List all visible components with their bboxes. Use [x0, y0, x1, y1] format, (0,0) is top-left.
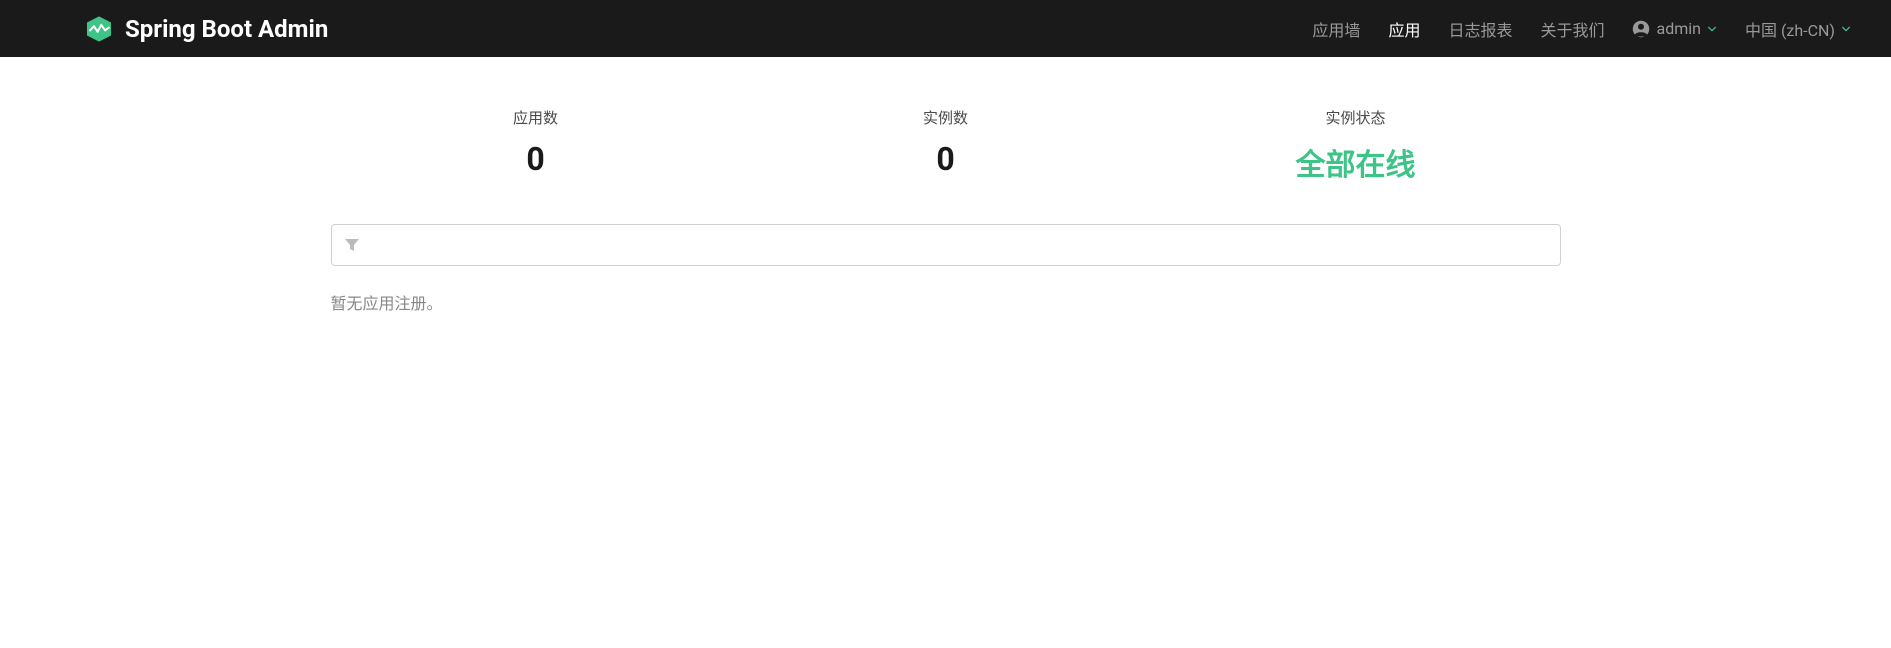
stat-status-label: 实例状态	[1151, 107, 1561, 128]
empty-message: 暂无应用注册。	[331, 290, 1561, 314]
chevron-down-icon	[1841, 24, 1851, 34]
chevron-down-icon	[1707, 24, 1717, 34]
stat-instances-label: 实例数	[741, 107, 1151, 128]
filter-input[interactable]	[370, 237, 1548, 254]
stat-applications: 应用数 0	[331, 107, 741, 184]
stat-status-value: 全部在线	[1151, 140, 1561, 184]
stat-applications-label: 应用数	[331, 107, 741, 128]
nav-item-user[interactable]: admin	[1632, 19, 1716, 38]
nav-item-about[interactable]: 关于我们	[1540, 17, 1604, 41]
navbar-nav: 应用墙 应用 日志报表 关于我们 admin 中国 (zh-CN)	[1312, 17, 1851, 41]
logo-icon	[85, 15, 113, 43]
navbar: Spring Boot Admin 应用墙 应用 日志报表 关于我们 admin…	[0, 0, 1891, 57]
stat-applications-value: 0	[331, 140, 741, 178]
nav-item-journal[interactable]: 日志报表	[1448, 17, 1512, 41]
filter-bar[interactable]	[331, 224, 1561, 266]
nav-item-wallboard[interactable]: 应用墙	[1312, 17, 1360, 41]
main-content: 应用数 0 实例数 0 实例状态 全部在线 暂无应用注册。	[246, 57, 1646, 314]
filter-icon	[344, 237, 360, 253]
nav-item-applications[interactable]: 应用	[1388, 17, 1420, 41]
nav-item-locale[interactable]: 中国 (zh-CN)	[1745, 17, 1851, 41]
stat-instances-value: 0	[741, 140, 1151, 178]
user-icon	[1632, 20, 1650, 38]
user-label: admin	[1656, 19, 1700, 38]
locale-label: 中国 (zh-CN)	[1745, 17, 1835, 41]
stats-row: 应用数 0 实例数 0 实例状态 全部在线	[331, 107, 1561, 184]
navbar-brand[interactable]: Spring Boot Admin	[85, 15, 328, 43]
stat-instances: 实例数 0	[741, 107, 1151, 184]
brand-title: Spring Boot Admin	[125, 15, 328, 43]
stat-status: 实例状态 全部在线	[1151, 107, 1561, 184]
